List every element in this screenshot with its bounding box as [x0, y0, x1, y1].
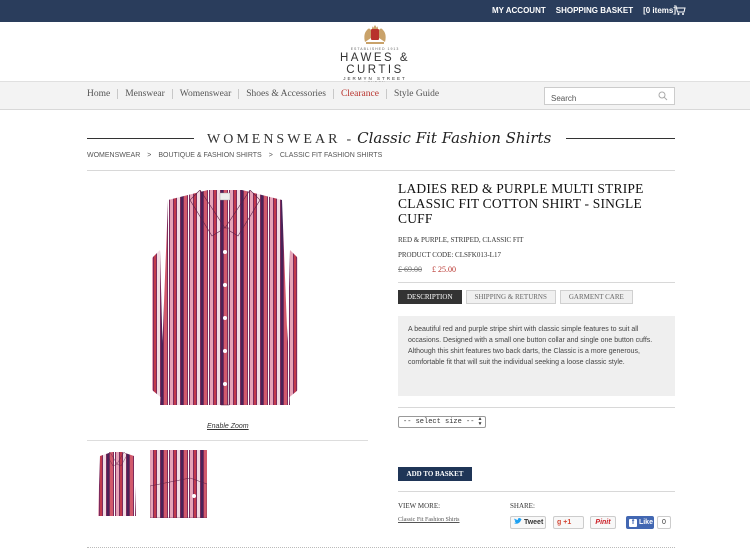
facebook-icon: f — [629, 519, 637, 527]
search-box — [544, 87, 675, 107]
price-original: £ 69.00 — [398, 265, 422, 274]
size-select[interactable]: -- select size -- ▲ ▼ — [398, 416, 486, 428]
product-thumbnail-detail[interactable] — [150, 450, 207, 518]
breadcrumb-separator: > — [147, 152, 152, 159]
share-label: SHARE: — [510, 502, 535, 510]
tab-garment-care[interactable]: GARMENT CARE — [559, 290, 633, 304]
bottom-divider — [87, 547, 675, 548]
cart-icon[interactable] — [674, 5, 686, 16]
gallery-divider — [87, 440, 368, 441]
product-main-image[interactable] — [150, 190, 300, 412]
tab-shipping-returns[interactable]: SHIPPING & RETURNS — [465, 290, 556, 304]
basket-count[interactable]: [0 items] — [643, 6, 676, 15]
main-nav: Home Menswear Womenswear Shoes & Accesso… — [0, 82, 750, 110]
twitter-icon — [514, 518, 522, 524]
pinterest-button[interactable]: Pinit — [590, 516, 616, 529]
product-title: LADIES RED & PURPLE MULTI STRIPE CLASSIC… — [398, 181, 644, 226]
view-more-label: VIEW MORE: — [398, 502, 441, 510]
section-title: WOMENSWEAR - Classic Fit Fashion Shirts — [87, 128, 675, 148]
add-to-basket-button[interactable]: ADD TO BASKET — [398, 467, 472, 481]
tweet-button[interactable]: Tweet — [510, 516, 546, 529]
product-code: PRODUCT CODE: CLSFK013-L17 — [398, 251, 501, 259]
nav-item-shoes-accessories[interactable]: Shoes & Accessories — [238, 89, 333, 99]
product-tabs: DESCRIPTION SHIPPING & RETURNS GARMENT C… — [398, 290, 633, 304]
size-divider — [398, 407, 675, 408]
nav-item-clearance[interactable]: Clearance — [332, 89, 386, 99]
breadcrumb: WOMENSWEAR > BOUTIQUE & FASHION SHIRTS >… — [87, 152, 382, 159]
brand-name: HAWES & CURTIS — [339, 52, 411, 76]
title-rule-right — [566, 138, 675, 139]
section-category: WOMENSWEAR — [207, 132, 341, 147]
section-dash: - — [346, 132, 352, 147]
google-plus-button[interactable]: g +1 — [553, 516, 584, 529]
title-rule-left — [87, 138, 194, 139]
section-heading: WOMENSWEAR - Classic Fit Fashion Shirts — [207, 129, 551, 148]
price-sale: £ 25.00 — [432, 265, 456, 274]
product-thumbnail[interactable] — [96, 452, 138, 518]
select-arrows-icon: ▲ ▼ — [478, 416, 482, 427]
enable-zoom-link[interactable]: Enable Zoom — [207, 423, 249, 430]
breadcrumb-classic-fit[interactable]: CLASSIC FIT FASHION SHIRTS — [280, 152, 382, 159]
breadcrumb-separator: > — [268, 152, 273, 159]
brand-logo[interactable]: ESTABLISHED 1913 HAWES & CURTIS JERMYN S… — [310, 24, 440, 85]
site-header: ESTABLISHED 1913 HAWES & CURTIS JERMYN S… — [0, 22, 750, 85]
product-attributes: RED & PURPLE, STRIPED, CLASSIC FIT — [398, 236, 524, 244]
search-input[interactable] — [545, 90, 650, 107]
nav-item-home[interactable]: Home — [87, 89, 117, 99]
google-plus-label: +1 — [563, 519, 572, 526]
nav-item-menswear[interactable]: Menswear — [117, 89, 172, 99]
nav-item-style-guide[interactable]: Style Guide — [385, 89, 446, 99]
account-links: MY ACCOUNT SHOPPING BASKET [0 items] — [492, 6, 676, 15]
breadcrumb-boutique[interactable]: BOUTIQUE & FASHION SHIRTS — [158, 152, 261, 159]
top-bar: MY ACCOUNT SHOPPING BASKET [0 items] — [0, 0, 750, 22]
crest-icon — [364, 25, 386, 44]
section-subtitle: Classic Fit Fashion Shirts — [357, 129, 552, 147]
google-plus-icon: g — [557, 519, 562, 526]
breadcrumb-womenswear[interactable]: WOMENSWEAR — [87, 152, 140, 159]
price-divider — [398, 282, 675, 283]
basket-divider — [398, 491, 675, 492]
my-account-link[interactable]: MY ACCOUNT — [492, 6, 546, 15]
like-count: 0 — [657, 516, 671, 529]
tab-description[interactable]: DESCRIPTION — [398, 290, 462, 304]
size-select-value: -- select size -- — [403, 418, 475, 426]
search-icon[interactable] — [658, 91, 668, 101]
like-label: Like — [638, 519, 653, 526]
shopping-basket-link[interactable]: SHOPPING BASKET — [556, 6, 633, 15]
facebook-like-button[interactable]: f Like — [626, 516, 654, 529]
tweet-label: Tweet — [523, 519, 544, 526]
nav-item-womenswear[interactable]: Womenswear — [171, 89, 238, 99]
breadcrumb-divider — [87, 170, 675, 171]
product-description: A beautiful red and purple stripe shirt … — [398, 316, 675, 396]
view-more-link[interactable]: Classic Fit Fashion Shirts — [398, 517, 460, 523]
established-text: ESTABLISHED 1913 — [350, 47, 400, 51]
